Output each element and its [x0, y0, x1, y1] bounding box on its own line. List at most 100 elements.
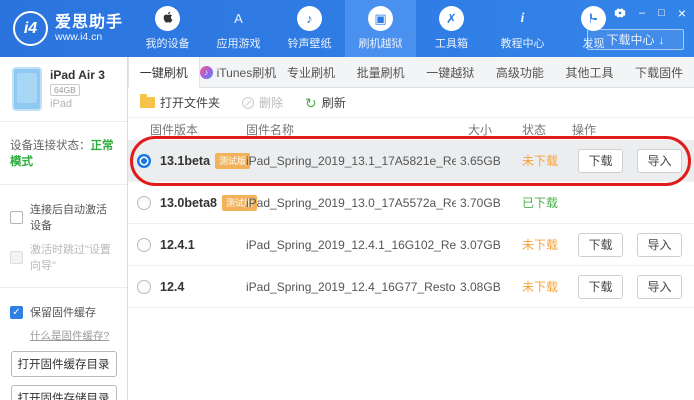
option-label: 连接后自动激活设备 — [30, 201, 117, 233]
firmware-filename: iPad_Spring_2019_12.4.1_16G102_Restore.i… — [246, 238, 456, 252]
tab[interactable]: 高级功能 — [485, 57, 555, 88]
option-label: 激活时跳过"设置向导" — [30, 241, 117, 273]
row-actions: 下载 导入 — [572, 149, 694, 173]
open-folder-button[interactable]: 打开文件夹 — [140, 94, 220, 111]
download-arrow-icon: ↓ — [659, 33, 665, 47]
tab-label: 专业刷机 — [287, 64, 335, 81]
import-button[interactable]: 导入 — [637, 233, 682, 257]
beta-badge: 测试版 — [215, 153, 250, 169]
close-icon[interactable]: × — [678, 7, 686, 19]
row-actions: 下载 导入 — [572, 233, 694, 257]
nav-item[interactable]: ♪ 铃声壁纸 — [274, 0, 345, 57]
status-badge: 已下载 — [522, 194, 572, 211]
tab-label: 其他工具 — [566, 64, 614, 81]
device-capacity-badge: 64GB — [50, 84, 80, 96]
settings-gear-icon[interactable] — [614, 7, 626, 19]
tab[interactable]: ♪ iTunes刷机 — [200, 57, 277, 88]
tab[interactable]: 下载固件 — [624, 57, 694, 88]
col-status: 状态 — [522, 121, 572, 138]
status-badge: 未下载 — [522, 152, 572, 169]
nav-label: 刷机越狱 — [359, 35, 403, 51]
download-button[interactable]: 下载 — [578, 275, 623, 299]
tab-label: 一键越狱 — [426, 64, 474, 81]
tab-bar: 一键刷机 ♪ iTunes刷机 专业刷机 批量刷机 — [128, 57, 694, 88]
ringtone-icon: ♪ — [297, 6, 322, 31]
table-row[interactable]: 13.0beta8 测试版 iPad_Spring_2019_13.0_17A5… — [128, 182, 694, 224]
skin-icon[interactable] — [588, 7, 601, 19]
device-name: iPad Air 3 — [50, 68, 105, 82]
tab[interactable]: 批量刷机 — [346, 57, 416, 88]
tab[interactable]: 一键越狱 — [415, 57, 485, 88]
download-center-button[interactable]: 下载中心↓ — [587, 29, 684, 50]
nav-item[interactable]: i 教程中心 — [487, 0, 558, 57]
row-radio[interactable] — [137, 238, 151, 252]
option-row[interactable]: 连接后自动激活设备 — [10, 201, 117, 233]
table-row[interactable]: 13.1beta 测试版 iPad_Spring_2019_13.1_17A58… — [128, 140, 694, 182]
nav-item[interactable]: ▣ 刷机越狱 — [345, 0, 416, 57]
brand-name: 爱思助手 — [55, 14, 123, 32]
maximize-icon[interactable]: □ — [658, 7, 665, 19]
option-row[interactable]: 激活时跳过"设置向导" — [10, 241, 117, 273]
status-badge: 未下载 — [522, 278, 572, 295]
open-directory-button[interactable]: 打开固件缓存目录 — [11, 351, 117, 377]
keep-cache-option[interactable]: 保留固件缓存 — [10, 304, 117, 320]
checkbox[interactable] — [10, 211, 23, 224]
row-radio[interactable] — [137, 280, 151, 294]
tutorial-icon: i — [510, 6, 535, 31]
import-button[interactable]: 导入 — [637, 149, 682, 173]
folder-icon — [140, 97, 155, 108]
brand-logo: i4 爱思助手 www.i4.cn — [0, 0, 132, 57]
nav-item[interactable]: A 应用游戏 — [203, 0, 274, 57]
delete-icon — [242, 97, 254, 109]
option-label: 保留固件缓存 — [30, 304, 96, 320]
table-row[interactable]: 12.4.1 iPad_Spring_2019_12.4.1_16G102_Re… — [128, 224, 694, 266]
top-navbar: i4 爱思助手 www.i4.cn 我的设备 — [0, 0, 694, 57]
nav-label: 应用游戏 — [217, 35, 261, 51]
firmware-cache-section: 保留固件缓存 什么是固件缓存? 打开固件缓存目录 打开固件存储目录 — [0, 288, 127, 400]
nav-label: 工具箱 — [435, 35, 468, 51]
firmware-size: 3.65GB — [456, 154, 522, 168]
checkbox[interactable] — [10, 306, 23, 319]
activation-options: 连接后自动激活设备 激活时跳过"设置向导" — [0, 185, 127, 288]
what-is-cache-link[interactable]: 什么是固件缓存? — [30, 328, 117, 343]
refresh-button[interactable]: ↻ 刷新 — [305, 94, 346, 111]
nav-label: 教程中心 — [501, 35, 545, 51]
minimize-icon[interactable]: – — [639, 7, 645, 19]
tab[interactable]: 其他工具 — [555, 57, 625, 88]
main-nav: 我的设备 A 应用游戏 ♪ 铃声壁纸 — [132, 0, 629, 57]
firmware-version: 12.4 — [160, 280, 184, 294]
firmware-filename: iPad_Spring_2019_13.1_17A5821e_Restore.i… — [246, 154, 456, 168]
firmware-filename: iPad_Spring_2019_13.0_17A5572a_Restore.i… — [246, 196, 456, 210]
tab[interactable]: 专业刷机 — [276, 57, 346, 88]
tab[interactable]: 一键刷机 — [128, 57, 200, 88]
download-button[interactable]: 下载 — [578, 233, 623, 257]
delete-button[interactable]: 删除 — [242, 94, 283, 111]
tab-label: iTunes刷机 — [217, 64, 277, 81]
row-radio[interactable] — [137, 196, 151, 210]
connection-status: 设备连接状态：正常模式 — [0, 122, 127, 185]
flash-jailbreak-icon: ▣ — [368, 6, 393, 31]
device-info: iPad Air 3 64GB iPad — [0, 57, 127, 122]
open-directory-button[interactable]: 打开固件存储目录 — [11, 385, 117, 400]
nav-item[interactable]: 我的设备 — [132, 0, 203, 57]
row-radio[interactable] — [137, 154, 151, 168]
table-header: 固件版本 固件名称 大小 状态 操作 — [128, 117, 694, 140]
window-controls: – □ × — [588, 7, 686, 19]
firmware-version: 13.0beta8 — [160, 196, 217, 210]
apple-icon — [155, 6, 180, 31]
checkbox[interactable] — [10, 251, 23, 264]
itunes-icon: ♪ — [200, 66, 213, 79]
i4-logo-icon: i4 — [13, 11, 48, 46]
firmware-version: 13.1beta — [160, 154, 210, 168]
table-row[interactable]: 12.4 iPad_Spring_2019_12.4_16G77_Restore… — [128, 266, 694, 308]
tab-label: 高级功能 — [496, 64, 544, 81]
device-model: iPad — [50, 98, 105, 110]
tab-label: 批量刷机 — [357, 64, 405, 81]
import-button[interactable]: 导入 — [637, 275, 682, 299]
firmware-size: 3.07GB — [456, 238, 522, 252]
brand-site: www.i4.cn — [55, 32, 123, 44]
appstore-icon: A — [226, 6, 251, 31]
download-button[interactable]: 下载 — [578, 149, 623, 173]
firmware-size: 3.70GB — [456, 196, 522, 210]
nav-item[interactable]: ✗ 工具箱 — [416, 0, 487, 57]
